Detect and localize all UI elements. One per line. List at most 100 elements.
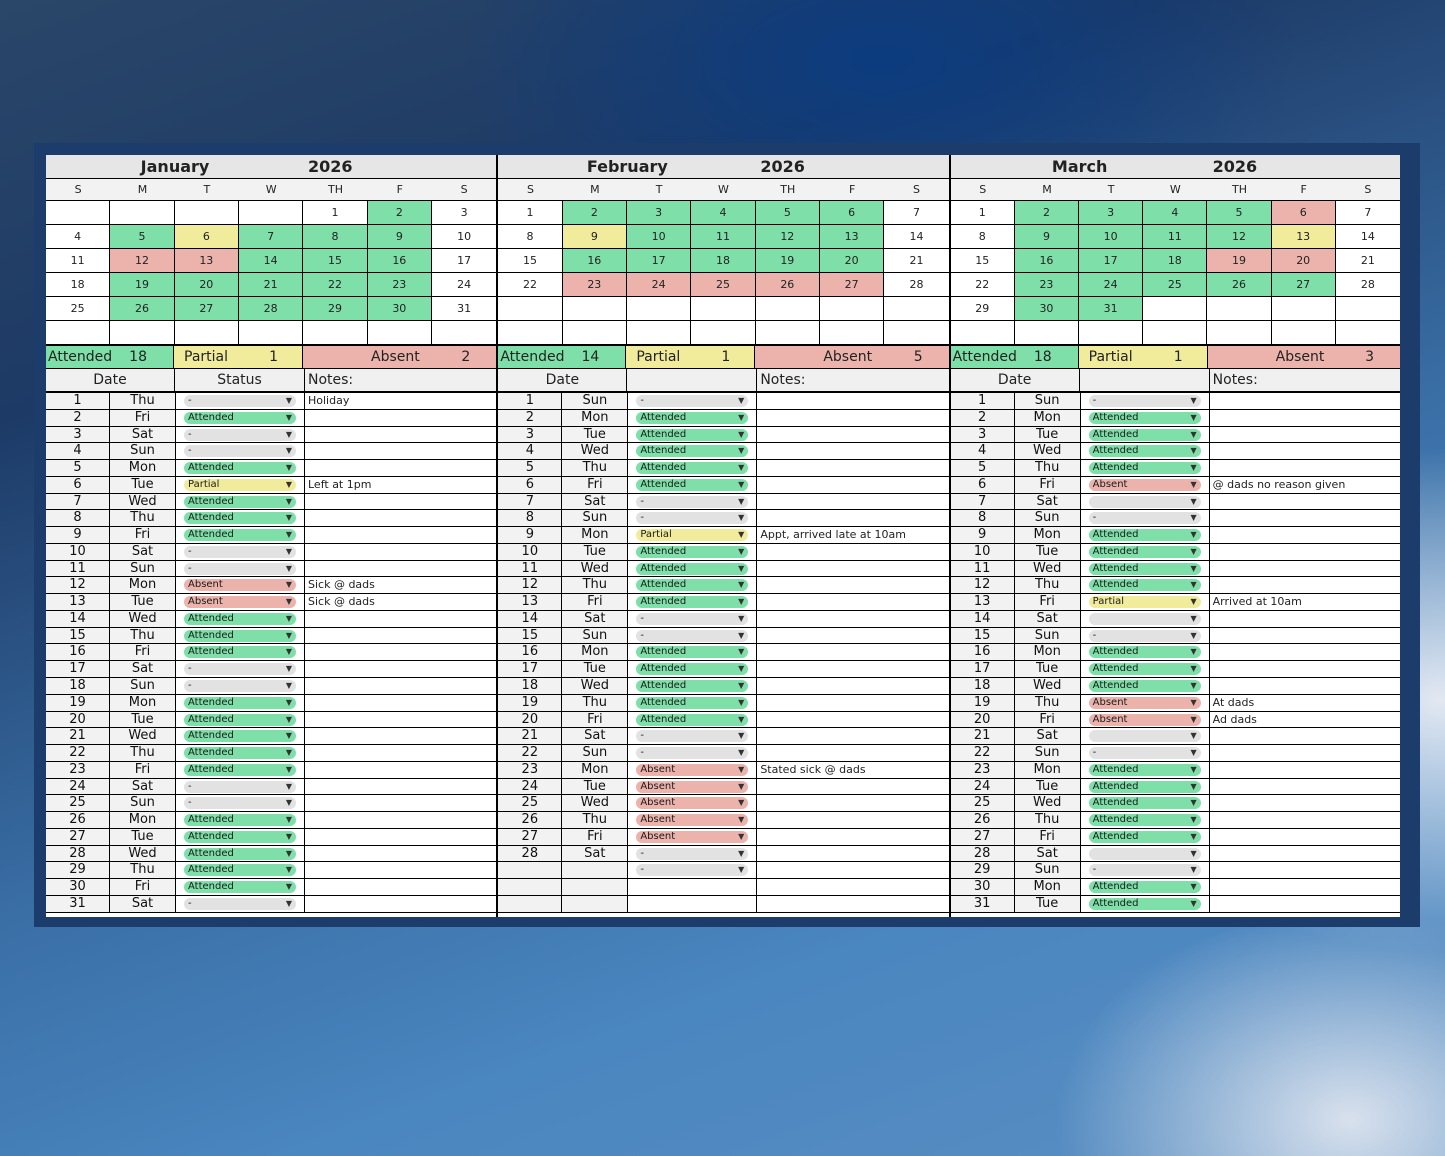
- calendar-day-cell[interactable]: 23: [562, 273, 627, 297]
- status-cell[interactable]: Attended ▼: [628, 644, 758, 661]
- calendar-day-cell[interactable]: 22: [303, 273, 368, 297]
- status-dropdown[interactable]: Attended ▼: [636, 680, 749, 693]
- status-cell[interactable]: [628, 895, 758, 912]
- weekday-cell[interactable]: Fri: [562, 711, 629, 728]
- weekday-cell[interactable]: Sat: [110, 543, 176, 560]
- day-number-cell[interactable]: 9: [498, 527, 563, 543]
- status-cell[interactable]: Absent ▼: [628, 761, 758, 778]
- notes-cell[interactable]: [305, 410, 496, 426]
- day-number-cell[interactable]: 3: [46, 426, 110, 443]
- notes-cell[interactable]: [1210, 661, 1400, 677]
- dropdown-arrow-icon[interactable]: ▼: [286, 395, 292, 407]
- day-number-cell[interactable]: 15: [46, 627, 110, 644]
- status-cell[interactable]: Partial ▼: [628, 527, 758, 543]
- status-dropdown[interactable]: - ▼: [1088, 512, 1201, 525]
- day-number-cell[interactable]: 6: [46, 476, 110, 493]
- calendar-day-cell[interactable]: [174, 201, 239, 225]
- status-cell[interactable]: Absent ▼: [628, 795, 758, 812]
- status-dropdown[interactable]: - ▼: [184, 897, 296, 910]
- day-number-cell[interactable]: 14: [498, 610, 563, 627]
- weekday-cell[interactable]: Wed: [110, 610, 176, 627]
- day-number-cell[interactable]: 14: [950, 610, 1015, 627]
- dropdown-arrow-icon[interactable]: ▼: [738, 579, 744, 591]
- status-dropdown[interactable]: - ▼: [1088, 395, 1201, 407]
- status-cell[interactable]: Partial ▼: [1081, 594, 1210, 610]
- weekday-cell[interactable]: Mon: [110, 460, 176, 476]
- status-dropdown[interactable]: ▼: [1088, 730, 1201, 743]
- status-cell[interactable]: Attended ▼: [1081, 828, 1210, 845]
- notes-cell[interactable]: [757, 812, 948, 828]
- calendar-day-cell[interactable]: 1: [498, 201, 563, 225]
- status-cell[interactable]: Partial ▼: [176, 476, 305, 493]
- status-dropdown[interactable]: Attended ▼: [1088, 881, 1201, 894]
- weekday-cell[interactable]: Sat: [562, 845, 629, 862]
- status-cell[interactable]: Attended ▼: [176, 862, 305, 879]
- weekday-cell[interactable]: Thu: [110, 745, 176, 761]
- dropdown-arrow-icon[interactable]: ▼: [738, 529, 744, 541]
- status-dropdown[interactable]: Attended ▼: [1088, 780, 1201, 793]
- status-cell[interactable]: Absent ▼: [176, 577, 305, 594]
- status-dropdown[interactable]: Absent ▼: [636, 797, 749, 810]
- status-dropdown[interactable]: Attended ▼: [1088, 445, 1201, 458]
- status-cell[interactable]: Attended ▼: [1081, 661, 1210, 678]
- notes-cell[interactable]: [757, 661, 948, 677]
- day-number-cell[interactable]: 31: [46, 895, 110, 912]
- status-dropdown[interactable]: Attended ▼: [184, 713, 296, 726]
- day-number-cell[interactable]: 29: [46, 862, 110, 879]
- notes-cell[interactable]: [305, 795, 496, 811]
- status-dropdown[interactable]: Attended ▼: [1088, 663, 1201, 676]
- status-cell[interactable]: ▼: [1081, 493, 1210, 510]
- weekday-cell[interactable]: [562, 879, 629, 895]
- calendar-day-cell[interactable]: 19: [755, 249, 820, 273]
- dropdown-arrow-icon[interactable]: ▼: [1191, 630, 1197, 642]
- status-cell[interactable]: Attended ▼: [628, 426, 758, 443]
- calendar-day-cell[interactable]: [303, 321, 368, 345]
- calendar-day-cell[interactable]: [498, 321, 563, 345]
- status-cell[interactable]: - ▼: [176, 678, 305, 694]
- weekday-cell[interactable]: Sun: [1014, 862, 1081, 879]
- status-cell[interactable]: Absent ▼: [1081, 711, 1210, 728]
- dropdown-arrow-icon[interactable]: ▼: [1191, 496, 1197, 508]
- status-dropdown[interactable]: Absent ▼: [636, 780, 749, 793]
- status-dropdown[interactable]: Attended ▼: [184, 495, 296, 508]
- day-number-cell[interactable]: 24: [950, 778, 1015, 795]
- notes-cell[interactable]: [1210, 561, 1400, 577]
- status-dropdown[interactable]: Attended ▼: [636, 596, 749, 609]
- dropdown-arrow-icon[interactable]: ▼: [738, 462, 744, 474]
- status-dropdown[interactable]: - ▼: [1088, 629, 1201, 642]
- notes-cell[interactable]: [1210, 896, 1400, 912]
- day-number-cell[interactable]: 12: [498, 577, 563, 594]
- status-dropdown[interactable]: - ▼: [636, 747, 749, 760]
- status-cell[interactable]: - ▼: [176, 426, 305, 443]
- status-dropdown[interactable]: Attended ▼: [1088, 462, 1201, 475]
- calendar-day-cell[interactable]: 21: [884, 249, 949, 273]
- day-number-cell[interactable]: 25: [46, 795, 110, 812]
- weekday-cell[interactable]: Sat: [562, 610, 629, 627]
- dropdown-arrow-icon[interactable]: ▼: [738, 429, 744, 441]
- status-dropdown[interactable]: Attended ▼: [184, 830, 296, 843]
- day-number-cell[interactable]: 7: [950, 493, 1015, 510]
- weekday-cell[interactable]: Wed: [1014, 560, 1081, 577]
- calendar-day-cell[interactable]: 1: [950, 201, 1015, 225]
- weekday-cell[interactable]: Fri: [1014, 711, 1081, 728]
- calendar-day-cell[interactable]: 28: [238, 297, 304, 321]
- calendar-day-cell[interactable]: 14: [238, 249, 304, 273]
- dropdown-arrow-icon[interactable]: ▼: [286, 496, 292, 508]
- notes-cell[interactable]: [1210, 628, 1400, 644]
- weekday-cell[interactable]: Sun: [562, 393, 629, 409]
- day-number-cell[interactable]: 25: [950, 795, 1015, 812]
- status-cell[interactable]: Attended ▼: [176, 812, 305, 828]
- dropdown-arrow-icon[interactable]: ▼: [738, 730, 744, 742]
- calendar-day-cell[interactable]: [1143, 297, 1208, 321]
- notes-cell[interactable]: Sick @ dads: [305, 577, 496, 593]
- calendar-day-cell[interactable]: 29: [950, 297, 1015, 321]
- day-number-cell[interactable]: 9: [950, 527, 1015, 543]
- status-dropdown[interactable]: Attended ▼: [1088, 797, 1201, 810]
- notes-cell[interactable]: [305, 829, 496, 845]
- notes-cell[interactable]: [757, 561, 948, 577]
- calendar-day-cell[interactable]: [755, 297, 820, 321]
- notes-cell[interactable]: [757, 678, 948, 694]
- day-number-cell[interactable]: 7: [498, 493, 563, 510]
- calendar-day-cell[interactable]: 7: [884, 201, 949, 225]
- weekday-cell[interactable]: Wed: [1014, 443, 1081, 460]
